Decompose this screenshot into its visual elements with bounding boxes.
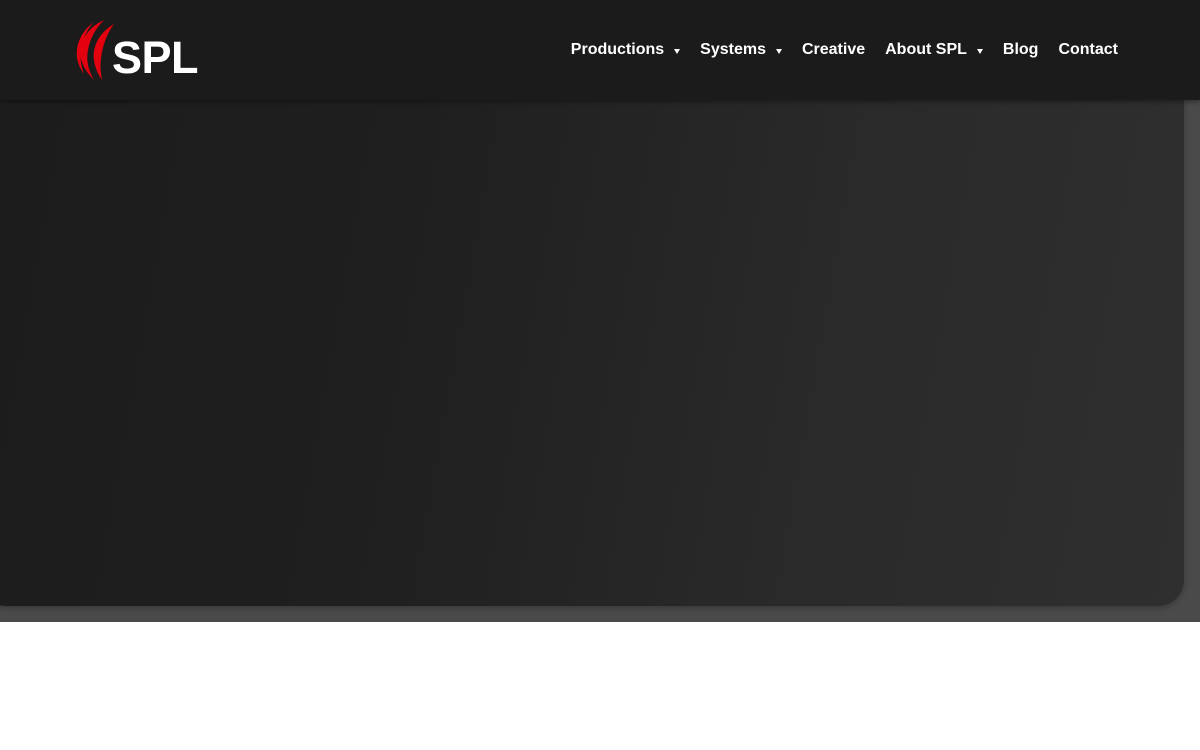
nav-item-about-spl[interactable]: About SPL bbox=[885, 39, 983, 61]
nav-label: Contact bbox=[1058, 41, 1118, 58]
nav-label: Systems bbox=[700, 41, 766, 58]
chevron-down-icon[interactable] bbox=[775, 48, 782, 54]
nav-item-creative[interactable]: Creative bbox=[802, 39, 865, 61]
main-navigation: Productions Systems Creative About SPL B… bbox=[571, 38, 1118, 62]
hero-banner bbox=[0, 60, 1184, 606]
nav-label: About SPL bbox=[885, 41, 967, 58]
nav-item-blog[interactable]: Blog bbox=[1003, 39, 1039, 61]
nav-label: Blog bbox=[1002, 41, 1039, 58]
logo-link[interactable]: SPL bbox=[74, 18, 204, 84]
nav-label: Creative bbox=[801, 41, 866, 58]
page: SPL Productions Systems Creative About S… bbox=[0, 0, 1200, 750]
chevron-down-icon[interactable] bbox=[976, 48, 983, 54]
nav-label: Productions bbox=[570, 41, 665, 58]
nav-item-systems[interactable]: Systems bbox=[700, 39, 782, 61]
logo-wordmark: SPL bbox=[112, 32, 199, 83]
nav-item-productions[interactable]: Productions bbox=[570, 39, 681, 61]
nav-item-contact[interactable]: Contact bbox=[1058, 39, 1118, 61]
site-header: SPL Productions Systems Creative About S… bbox=[0, 0, 1200, 100]
chevron-down-icon[interactable] bbox=[674, 48, 681, 54]
